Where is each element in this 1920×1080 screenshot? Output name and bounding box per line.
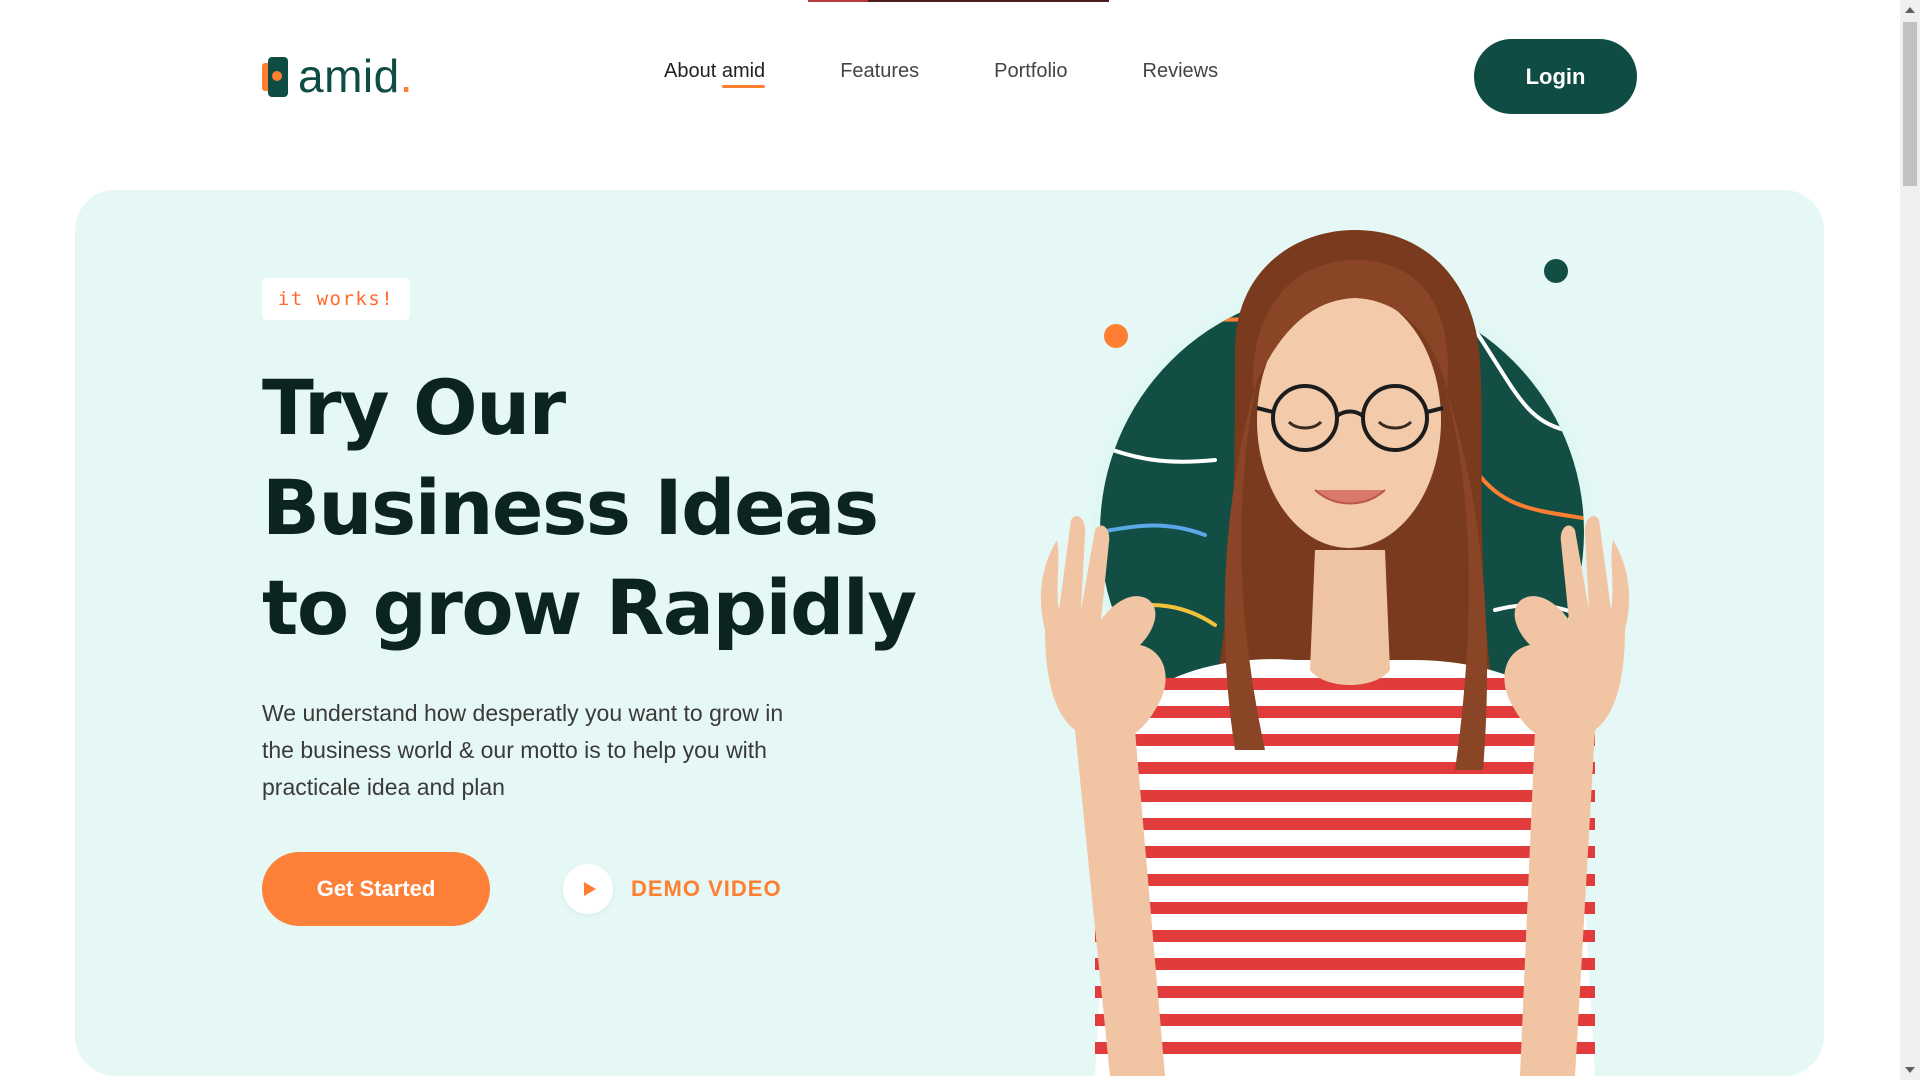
hero-section: it works! Try Our Business Ideas to grow… [75, 190, 1824, 1076]
landing-page: amid. About amid Features Portfolio Revi… [0, 0, 1920, 1080]
nav-item-reviews[interactable]: Reviews [1143, 60, 1219, 87]
scroll-down-arrow-glyph [1905, 1067, 1915, 1073]
hero-headline-line-1: Try Our [262, 363, 566, 452]
hero-badge: it works! [262, 278, 410, 320]
nav-item-about-brand: amid [721, 60, 766, 82]
scroll-up-arrow-glyph [1905, 7, 1915, 13]
nav-item-about-prefix: About [664, 60, 722, 82]
logo-wordmark-period: . [399, 50, 413, 102]
shirt [1095, 659, 1595, 1076]
orange-dot [1104, 324, 1128, 348]
brand-logo[interactable]: amid. [262, 48, 413, 104]
logo-mark-icon [262, 55, 290, 97]
demo-video-label: DEMO VIDEO [631, 876, 782, 901]
hero-headline: Try Our Business Ideas to grow Rapidly [262, 358, 982, 658]
teal-dot [1544, 259, 1568, 283]
logo-wordmark: amid. [298, 53, 413, 99]
nav-item-about[interactable]: About amid [664, 60, 765, 87]
logo-mark-dot [272, 71, 282, 81]
get-started-button[interactable]: Get Started [262, 852, 490, 926]
scroll-up-arrow-icon[interactable] [1900, 0, 1920, 20]
hero-headline-line-3: to grow Rapidly [262, 563, 917, 652]
vertical-scrollbar[interactable] [1900, 0, 1920, 1080]
nav-item-portfolio[interactable]: Portfolio [994, 60, 1067, 87]
neck [1310, 550, 1390, 685]
scroll-down-arrow-icon[interactable] [1900, 1060, 1920, 1080]
main-nav: About amid Features Portfolio Reviews [664, 60, 1218, 87]
nav-item-features[interactable]: Features [840, 60, 919, 87]
play-button[interactable] [563, 864, 613, 914]
scrollbar-thumb[interactable] [1903, 22, 1917, 186]
login-button[interactable]: Login [1474, 39, 1637, 114]
play-icon [583, 882, 596, 896]
hero-description: We understand how desperatly you want to… [262, 700, 784, 800]
demo-video-link[interactable]: DEMO VIDEO [563, 863, 782, 915]
site-header: amid. About amid Features Portfolio Revi… [0, 0, 1900, 160]
logo-wordmark-text: amid [298, 50, 400, 102]
hero-headline-line-2: Business Ideas [262, 463, 879, 552]
hero-illustration [1040, 230, 1630, 1076]
